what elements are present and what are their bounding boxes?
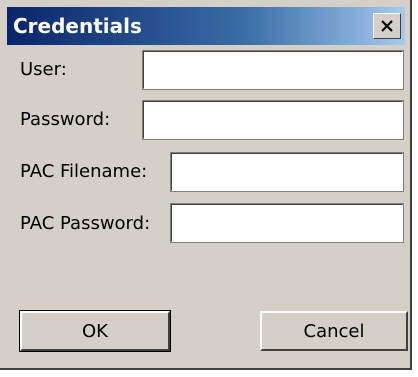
title-bar[interactable]: Credentials — [7, 7, 405, 45]
password-label: Password: — [20, 109, 111, 130]
pac-filename-input[interactable] — [170, 152, 404, 192]
user-label: User: — [20, 59, 67, 80]
password-input[interactable] — [142, 100, 404, 140]
close-button[interactable] — [373, 13, 401, 39]
credentials-dialog: Credentials User: Password: PAC Filename… — [0, 0, 412, 370]
pac-password-label: PAC Password: — [20, 213, 151, 234]
close-icon — [381, 20, 393, 32]
window-title: Credentials — [13, 14, 142, 38]
ok-button[interactable]: OK — [19, 310, 171, 352]
pac-password-input[interactable] — [170, 203, 404, 243]
cancel-button[interactable]: Cancel — [260, 311, 408, 351]
user-input[interactable] — [142, 50, 404, 90]
pac-filename-label: PAC Filename: — [20, 161, 148, 182]
